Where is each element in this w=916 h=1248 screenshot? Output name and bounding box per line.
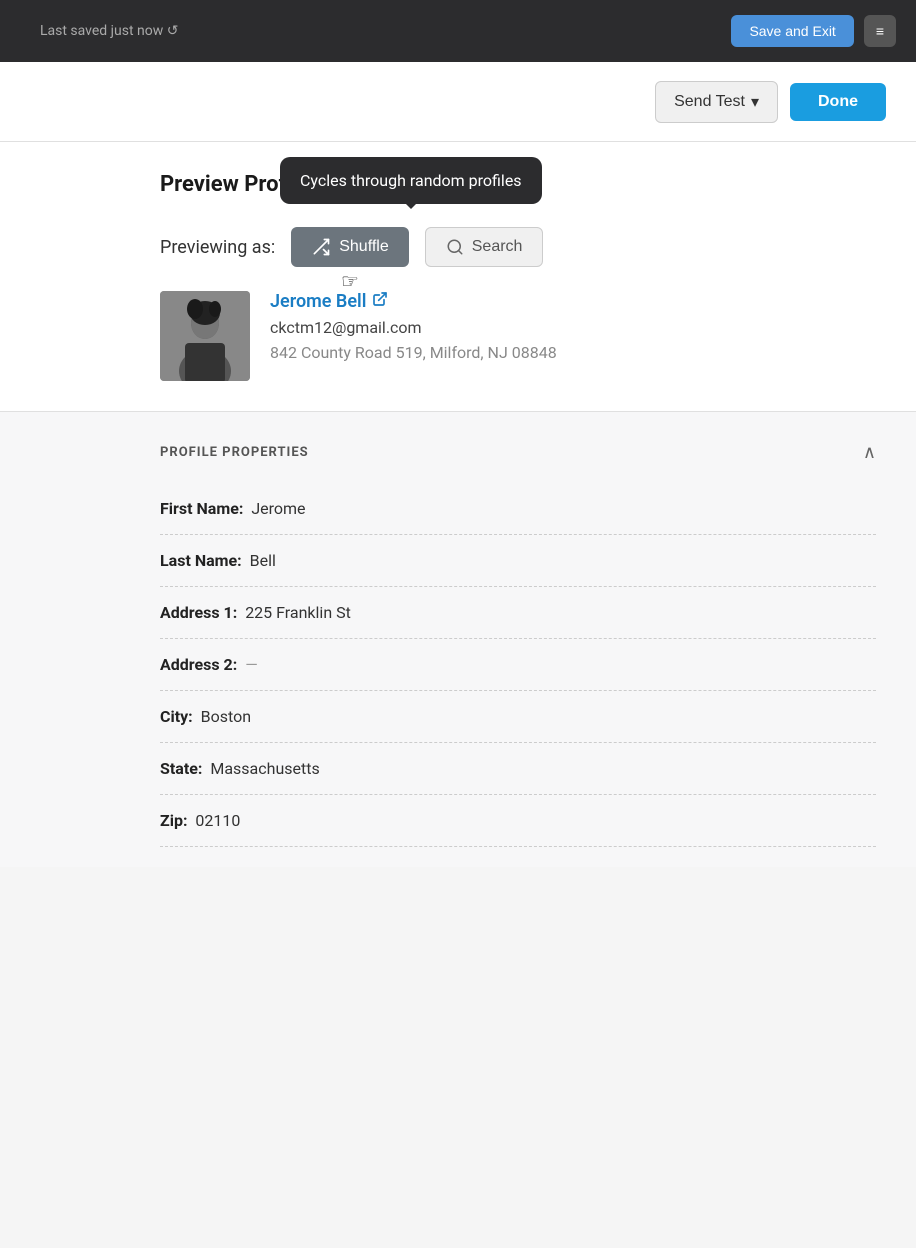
shuffle-icon [311,237,331,257]
shuffle-button-container: Shuffle ☞ [291,227,409,267]
menu-button[interactable]: ≡ [864,15,896,47]
property-value: Jerome [247,499,305,518]
property-rows: First Name: JeromeLast Name: BellAddress… [160,483,876,847]
profile-address: 842 County Road 519, Milford, NJ 08848 [270,343,557,362]
property-label: Last Name: [160,551,242,570]
property-row: Zip: 02110 [160,795,876,847]
property-value: 225 Franklin St [241,603,351,622]
property-row: Address 2: — [160,639,876,691]
tooltip-area: Cycles through random profiles Previewin… [160,227,876,267]
top-bar: Last saved just now ↺ Save and Exit ≡ [0,0,916,62]
property-value: — [241,655,257,674]
profile-card: Jerome Bell ckctm12@gmail.com 842 County… [160,291,876,381]
profile-email: ckctm12@gmail.com [270,318,557,337]
property-value: Massachusetts [206,759,319,778]
properties-section: PROFILE PROPERTIES ∧ First Name: JeromeL… [0,412,916,867]
shuffle-button[interactable]: Shuffle [291,227,409,267]
tooltip-wrapper: Cycles through random profiles [280,157,542,204]
property-row: Last Name: Bell [160,535,876,587]
send-test-dropdown-icon: ▾ [751,92,759,112]
main-content: Preview Profile Info Cycles through rand… [0,142,916,867]
property-label: Address 2: [160,655,237,674]
property-label: Address 1: [160,603,237,622]
property-value: Bell [246,551,276,570]
save-exit-button[interactable]: Save and Exit [731,15,853,47]
search-icon [446,238,464,256]
property-row: First Name: Jerome [160,483,876,535]
cursor-hand: ☞ [341,269,359,293]
property-row: Address 1: 225 Franklin St [160,587,876,639]
collapse-button[interactable]: ∧ [863,442,876,463]
property-value: 02110 [191,811,240,830]
property-row: City: Boston [160,691,876,743]
previewing-row: Previewing as: Shuffle ☞ [160,227,876,267]
header-bar: Send Test ▾ Done [0,62,916,142]
external-link-icon[interactable] [372,291,388,312]
property-label: First Name: [160,499,243,518]
avatar-image [160,291,250,381]
saved-text: Last saved just now ↺ [20,23,178,39]
send-test-label: Send Test [674,93,745,111]
property-row: State: Massachusetts [160,743,876,795]
profile-name: Jerome Bell [270,291,366,312]
previewing-label: Previewing as: [160,237,275,258]
properties-title: PROFILE PROPERTIES [160,445,309,460]
preview-section: Preview Profile Info Cycles through rand… [0,142,916,412]
property-label: City: [160,707,193,726]
profile-name-row: Jerome Bell [270,291,557,312]
search-button[interactable]: Search [425,227,544,267]
properties-header: PROFILE PROPERTIES ∧ [160,432,876,483]
profile-avatar [160,291,250,381]
profile-info: Jerome Bell ckctm12@gmail.com 842 County… [270,291,557,362]
done-button[interactable]: Done [790,83,886,121]
property-label: State: [160,759,202,778]
tooltip-bubble: Cycles through random profiles [280,157,542,204]
property-value: Boston [197,707,251,726]
property-label: Zip: [160,811,187,830]
send-test-button[interactable]: Send Test ▾ [655,81,778,123]
